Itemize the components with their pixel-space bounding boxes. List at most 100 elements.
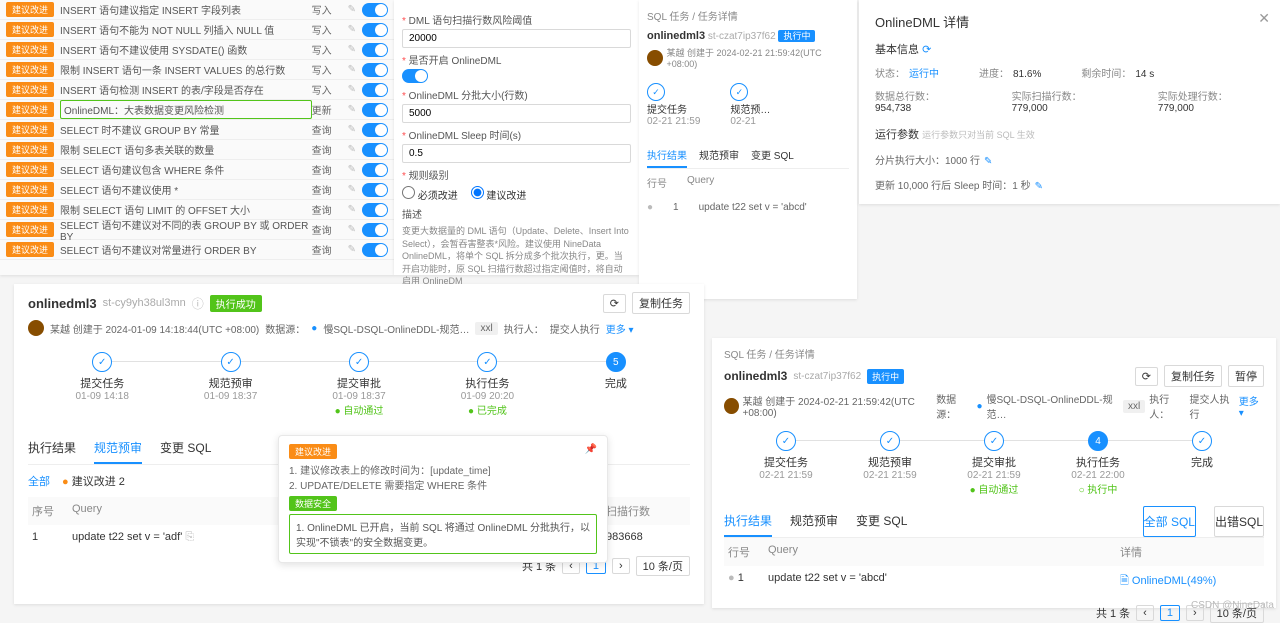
status-badge: 执行中 xyxy=(778,30,815,42)
dml-threshold-input[interactable] xyxy=(402,29,631,48)
radio-suggest[interactable]: 建议改进 xyxy=(471,191,527,202)
error-sql-button[interactable]: 出错SQL xyxy=(1214,506,1264,537)
edit-icon[interactable]: ✎ xyxy=(348,224,356,235)
rule-row: 建议改进SELECT 语句不建议对不同的表 GROUP BY 或 ORDER B… xyxy=(0,220,394,240)
rule-action: 查询 xyxy=(312,182,342,197)
copy-icon[interactable]: ⎘ xyxy=(185,531,194,543)
rule-row: 建议改进SELECT 语句不建议使用 *查询✎ xyxy=(0,180,394,200)
radio-must[interactable]: 必须改进 xyxy=(402,191,458,202)
refresh-button[interactable]: ⟳ xyxy=(1135,367,1158,386)
edit-icon[interactable]: ✎ xyxy=(348,244,356,255)
step-circle: ✓ xyxy=(776,431,796,451)
rule-name: 限制 SELECT 语句多表关联的数量 xyxy=(60,142,312,157)
more-dropdown[interactable]: 更多 ▾ xyxy=(1239,393,1264,419)
step-circle: ✓ xyxy=(477,352,497,372)
filter-suggest[interactable]: ● 建议改进 2 xyxy=(62,473,125,489)
edit-icon[interactable]: ✎ xyxy=(348,4,356,15)
tab-review[interactable]: 规范预审 xyxy=(790,506,838,537)
edit-icon[interactable]: ✎ xyxy=(348,44,356,55)
step-circle: ✓ xyxy=(349,352,369,372)
desc-text: 变更大数据量的 DML 语句（Update、Delete、Insert Into… xyxy=(402,225,631,288)
refresh-button[interactable]: ⟳ xyxy=(603,294,626,313)
step-circle: 5 xyxy=(606,352,626,372)
rule-tag: 建议改进 xyxy=(6,222,54,237)
info-icon[interactable]: ⓘ xyxy=(192,295,204,312)
tab-results[interactable]: 执行结果 xyxy=(647,147,687,168)
rule-name: INSERT 语句检测 INSERT 的表/字段是否存在 xyxy=(60,82,312,97)
edit-icon[interactable]: ✎ xyxy=(348,104,356,115)
edit-icon[interactable]: ✎ xyxy=(1035,181,1043,192)
rule-name: SELECT 语句不建议使用 * xyxy=(60,182,312,197)
rule-tag: 建议改进 xyxy=(6,122,54,137)
rule-row: 建议改进限制 INSERT 语句一条 INSERT VALUES 的总行数写入✎ xyxy=(0,60,394,80)
tab-results[interactable]: 执行结果 xyxy=(724,506,772,537)
pin-icon[interactable]: 📌 xyxy=(585,444,597,455)
rule-tag: 建议改进 xyxy=(6,22,54,37)
edit-icon[interactable]: ✎ xyxy=(348,144,356,155)
all-sql-button[interactable]: 全部 SQL xyxy=(1143,506,1196,537)
step-circle: 4 xyxy=(1088,431,1108,451)
rule-row: 建议改进 INSERT 语句检测 INSERT 的表/字段是否存在写入 ✎ xyxy=(0,80,394,100)
rule-toggle[interactable] xyxy=(362,143,388,157)
close-icon[interactable]: ✕ xyxy=(1258,10,1270,27)
tab-sql[interactable]: 变更 SQL xyxy=(160,433,211,464)
refresh-icon[interactable]: ⟳ xyxy=(922,44,931,56)
tab-review[interactable]: 规范预审 xyxy=(699,147,739,168)
rule-row: 建议改进限制 SELECT 语句多表关联的数量查询✎ xyxy=(0,140,394,160)
rule-toggle[interactable] xyxy=(362,163,388,177)
edit-icon[interactable]: ✎ xyxy=(348,84,356,95)
rule-toggle[interactable] xyxy=(362,3,388,17)
batch-size-input[interactable] xyxy=(402,104,631,123)
rule-tag: 建议改进 xyxy=(6,162,54,177)
more-dropdown[interactable]: 更多 ▾ xyxy=(606,321,634,336)
step-circle: ✓ xyxy=(984,431,1004,451)
enable-onlinedml-toggle[interactable] xyxy=(402,69,428,83)
rule-toggle[interactable] xyxy=(362,43,388,57)
rule-toggle[interactable] xyxy=(362,83,388,97)
edit-icon[interactable]: ✎ xyxy=(348,184,356,195)
tab-review[interactable]: 规范预审 xyxy=(94,433,142,464)
step-circle: ✓ xyxy=(221,352,241,372)
onlinedml-link[interactable]: 🗎 OnlineDML(49%) xyxy=(1120,572,1260,591)
prev-page[interactable]: ‹ xyxy=(1136,605,1154,621)
edit-icon[interactable]: ✎ xyxy=(348,124,356,135)
rule-action: 查询 xyxy=(312,242,342,257)
tab-results[interactable]: 执行结果 xyxy=(28,433,76,464)
rule-toggle[interactable] xyxy=(362,123,388,137)
rule-toggle[interactable] xyxy=(362,203,388,217)
tab-sql[interactable]: 变更 SQL xyxy=(856,506,907,537)
sleep-time-label: OnlineDML Sleep 时间(s) xyxy=(402,127,631,142)
sleep-time-input[interactable] xyxy=(402,144,631,163)
rules-panel: 建议改进INSERT 语句建议指定 INSERT 字段列表写入✎建议改进INSE… xyxy=(0,0,394,275)
drawer-title: OnlineDML 详情 xyxy=(875,12,1264,31)
edit-icon[interactable]: ✎ xyxy=(348,164,356,175)
rule-toggle[interactable] xyxy=(362,223,388,237)
rule-name: SELECT 时不建议 GROUP BY 常量 xyxy=(60,122,312,137)
rule-name: INSERT 语句不能为 NOT NULL 列插入 NULL 值 xyxy=(60,22,312,37)
edit-icon[interactable]: ✎ xyxy=(348,24,356,35)
rule-toggle[interactable] xyxy=(362,103,388,117)
edit-icon[interactable]: ✎ xyxy=(348,64,356,75)
pause-button[interactable]: 暂停 xyxy=(1228,365,1264,387)
rule-toggle[interactable] xyxy=(362,243,388,257)
task-name: onlinedml3 xyxy=(647,30,705,42)
rule-action: 写入 xyxy=(312,82,342,97)
copy-task-button[interactable]: 复制任务 xyxy=(632,292,690,314)
tab-sql[interactable]: 变更 SQL xyxy=(751,147,794,168)
rule-tag: 建议改进 xyxy=(6,82,54,97)
task-id: st-czat7ip37f62 xyxy=(708,31,776,42)
page-size[interactable]: 10 条/页 xyxy=(636,556,690,576)
rule-row: 建议改进INSERT 语句建议指定 INSERT 字段列表写入✎ xyxy=(0,0,394,20)
edit-icon[interactable]: ✎ xyxy=(348,204,356,215)
rule-tag: 建议改进 xyxy=(6,2,54,17)
avatar xyxy=(647,50,663,66)
copy-task-button[interactable]: 复制任务 xyxy=(1164,365,1222,387)
rule-name: SELECT 语句建议包含 WHERE 条件 xyxy=(60,162,312,177)
filter-all[interactable]: 全部 xyxy=(28,473,50,489)
rule-toggle[interactable] xyxy=(362,183,388,197)
avatar xyxy=(28,320,44,336)
rule-toggle[interactable] xyxy=(362,63,388,77)
next-page[interactable]: › xyxy=(612,558,630,574)
rule-toggle[interactable] xyxy=(362,23,388,37)
edit-icon[interactable]: ✎ xyxy=(984,156,992,167)
